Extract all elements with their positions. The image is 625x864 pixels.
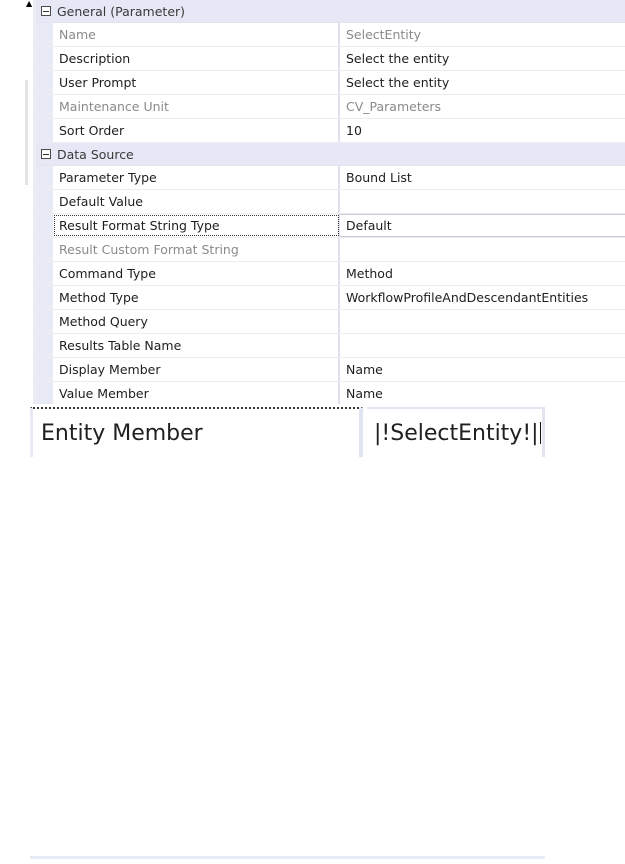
property-name: Method Type xyxy=(53,286,340,309)
collapse-toggle-icon[interactable] xyxy=(41,6,51,16)
property-row-result-format-string-type[interactable]: Result Format String Type Default xyxy=(36,214,625,238)
property-name: Parameter Type xyxy=(53,166,340,189)
property-value[interactable]: 10 xyxy=(340,119,625,142)
corner-marker-icon: ▲ xyxy=(26,0,33,8)
zoomed-value-text: |!SelectEntity!| xyxy=(374,420,539,446)
property-name: Sort Order xyxy=(53,119,340,142)
property-value[interactable] xyxy=(340,334,625,357)
property-name: Method Query xyxy=(53,310,340,333)
property-value[interactable]: Select the entity xyxy=(340,71,625,94)
property-value[interactable] xyxy=(340,238,625,261)
zoomed-row-bottom-border xyxy=(30,856,545,864)
property-row-sort-order[interactable]: Sort Order 10 xyxy=(36,119,625,143)
category-general-parameter[interactable]: General (Parameter) xyxy=(36,0,625,23)
property-value[interactable]: Select the entity xyxy=(340,47,625,70)
property-value[interactable]: Name xyxy=(340,358,625,381)
property-row-default-value[interactable]: Default Value xyxy=(36,190,625,214)
property-row-method-type[interactable]: Method Type WorkflowProfileAndDescendant… xyxy=(36,286,625,310)
property-value[interactable] xyxy=(340,190,625,213)
property-value[interactable]: Default xyxy=(340,214,625,237)
property-name: Display Member xyxy=(53,358,340,381)
property-name: Value Member xyxy=(53,382,340,405)
property-row-display-member[interactable]: Display Member Name xyxy=(36,358,625,382)
category-data-source[interactable]: Data Source xyxy=(36,143,625,166)
property-row-user-prompt[interactable]: User Prompt Select the entity xyxy=(36,71,625,95)
category-label: Data Source xyxy=(57,146,134,162)
property-value[interactable] xyxy=(340,310,625,333)
property-name: Command Type xyxy=(53,262,340,285)
property-value[interactable]: Method xyxy=(340,262,625,285)
property-name: Default Value xyxy=(53,190,340,213)
property-name: Maintenance Unit xyxy=(53,95,340,118)
property-name: Results Table Name xyxy=(53,334,340,357)
property-name: Name xyxy=(53,23,340,46)
property-name: Result Format String Type xyxy=(53,214,340,237)
property-value[interactable]: SelectEntity xyxy=(340,23,625,46)
property-row-maintenance-unit[interactable]: Maintenance Unit CV_Parameters xyxy=(36,95,625,119)
property-value[interactable]: Bound List xyxy=(340,166,625,189)
zoomed-property-row: Entity Member |!SelectEntity!| xyxy=(0,404,625,859)
property-name: User Prompt xyxy=(53,71,340,94)
left-margin xyxy=(0,0,36,404)
property-name: Description xyxy=(53,47,340,70)
property-row-value-member[interactable]: Value Member Name xyxy=(36,382,625,406)
zoomed-property-name: Entity Member xyxy=(30,407,363,457)
property-grid: General (Parameter) Name SelectEntity De… xyxy=(36,0,625,406)
text-caret xyxy=(539,422,541,444)
property-row-command-type[interactable]: Command Type Method xyxy=(36,262,625,286)
property-row-name[interactable]: Name SelectEntity xyxy=(36,23,625,47)
collapse-toggle-icon[interactable] xyxy=(41,149,51,159)
scroll-gutter[interactable] xyxy=(25,80,28,185)
property-row-result-custom-format-string[interactable]: Result Custom Format String xyxy=(36,238,625,262)
property-name: Result Custom Format String xyxy=(53,238,340,261)
zoomed-property-value[interactable]: |!SelectEntity!| xyxy=(367,407,545,457)
property-row-description[interactable]: Description Select the entity xyxy=(36,47,625,71)
property-value[interactable]: CV_Parameters xyxy=(340,95,625,118)
property-value[interactable]: Name xyxy=(340,382,625,405)
property-row-results-table-name[interactable]: Results Table Name xyxy=(36,334,625,358)
category-label: General (Parameter) xyxy=(57,3,186,19)
property-value[interactable]: WorkflowProfileAndDescendantEntities xyxy=(340,286,625,309)
property-row-method-query[interactable]: Method Query xyxy=(36,310,625,334)
property-row-parameter-type[interactable]: Parameter Type Bound List xyxy=(36,166,625,190)
